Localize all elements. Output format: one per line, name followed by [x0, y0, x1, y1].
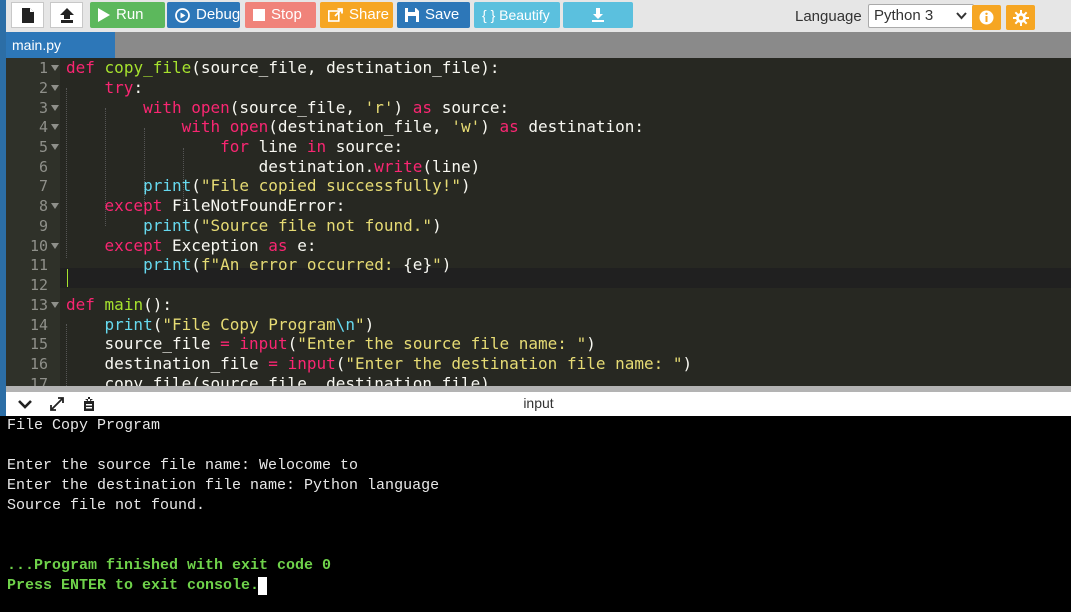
share-button[interactable]: Share [320, 2, 393, 28]
fold-arrow-icon[interactable] [51, 117, 59, 137]
line-number: 13 [29, 296, 48, 314]
beautify-label: { } Beautify [482, 7, 550, 23]
stop-label: Stop [271, 6, 302, 23]
line-number: 7 [38, 177, 48, 195]
fold-arrow-icon[interactable] [51, 58, 59, 78]
code-line: except FileNotFoundError: [104, 196, 346, 215]
save-button[interactable]: Save [397, 2, 470, 28]
code-line: destination.write(line) [66, 157, 481, 176]
line-number: 17 [29, 375, 48, 386]
line-number: 6 [38, 158, 48, 176]
code-line: except Exception as e: [104, 236, 317, 255]
line-number: 4 [38, 118, 48, 136]
language-value: Python 3 [874, 7, 934, 24]
line-number: 8 [38, 197, 48, 215]
run-button[interactable]: Run [90, 2, 165, 28]
upload-button[interactable] [50, 2, 83, 28]
file-icon [21, 7, 34, 23]
code-line: copy_file(source_file, destination_file) [66, 374, 490, 386]
stop-button[interactable]: Stop [245, 2, 316, 28]
debug-label: Debug [196, 6, 241, 23]
language-select[interactable]: Python 3 [868, 4, 974, 28]
toolbar: Run Debug Stop Share Save { } Beautify L… [6, 0, 1071, 33]
fold-arrow-icon[interactable] [51, 196, 59, 216]
info-button[interactable] [972, 5, 1001, 30]
debug-icon [175, 7, 190, 23]
fold-arrow-icon[interactable] [51, 78, 59, 98]
console-cursor [258, 577, 267, 595]
console-line: File Copy Program [7, 417, 161, 434]
line-number: 1 [38, 59, 48, 77]
line-number: 14 [29, 316, 48, 334]
press-enter-message: Press ENTER to exit console. [7, 577, 260, 594]
line-number: 2 [38, 79, 48, 97]
code-line: print(f"An error occurred: {e}") [143, 255, 452, 274]
line-number: 12 [29, 276, 48, 294]
io-panel-title: input [523, 395, 554, 411]
code-line: destination_file = input("Enter the dest… [66, 354, 693, 373]
fold-arrow-icon[interactable] [51, 236, 59, 256]
code-line: print("File copied successfully!") [143, 176, 471, 195]
save-icon [405, 8, 419, 22]
code-line: def copy_file(source_file, destination_f… [66, 58, 500, 77]
line-number: 9 [38, 217, 48, 235]
code-line: def main(): [66, 295, 172, 314]
code-line: with open(destination_file, 'w') as dest… [181, 117, 644, 136]
line-number: 10 [29, 237, 48, 255]
download-button[interactable] [563, 2, 633, 28]
settings-button[interactable] [1006, 5, 1035, 30]
console-line: Enter the source file name: Welocome to [7, 457, 359, 474]
fold-arrow-icon[interactable] [51, 137, 59, 157]
download-icon [592, 8, 604, 22]
exit-code-message: ...Program finished with exit code 0 [7, 557, 332, 574]
debug-button[interactable]: Debug [167, 2, 240, 28]
console-line: Source file not found. [7, 497, 206, 514]
line-number: 5 [38, 138, 48, 156]
run-label: Run [116, 6, 144, 23]
info-icon [979, 10, 994, 25]
stop-icon [253, 9, 265, 21]
tab-main-py[interactable]: main.py [6, 32, 115, 58]
io-panel-header: input [6, 392, 1071, 417]
chevron-down-icon [956, 12, 967, 20]
play-icon [98, 8, 110, 22]
line-number: 11 [29, 256, 48, 274]
new-file-button[interactable] [11, 2, 44, 28]
code-line: for line in source: [220, 137, 404, 156]
share-label: Share [349, 6, 390, 23]
console-output[interactable]: File Copy Program Enter the source file … [0, 416, 1071, 612]
gear-icon [1012, 9, 1029, 26]
code-line: source_file = input("Enter the source fi… [66, 334, 596, 353]
fold-arrow-icon[interactable] [51, 295, 59, 315]
language-label: Language [795, 8, 862, 25]
code-line: try: [104, 78, 144, 97]
fold-arrow-icon[interactable] [51, 98, 59, 118]
share-icon [328, 8, 343, 22]
line-number: 15 [29, 335, 48, 353]
code-line: print("File Copy Program\n") [104, 315, 375, 334]
file-tab-bar: main.py [6, 32, 1071, 58]
code-line: print("Source file not found.") [143, 216, 442, 235]
save-label: Save [425, 6, 460, 23]
line-number: 16 [29, 355, 48, 373]
console-line: Enter the destination file name: Python … [7, 477, 440, 494]
editor-gutter: 1 2 3 4 5 6 7 8 9 10 11 12 13 14 15 16 17 [6, 58, 60, 386]
line-number: 3 [38, 99, 48, 117]
code-editor[interactable]: 1 2 3 4 5 6 7 8 9 10 11 12 13 14 15 16 17 def copy_file(… [6, 58, 1071, 386]
beautify-button[interactable]: { } Beautify [474, 2, 560, 28]
upload-icon [59, 7, 74, 23]
code-line: with open(source_file, 'r') as source: [143, 98, 510, 117]
